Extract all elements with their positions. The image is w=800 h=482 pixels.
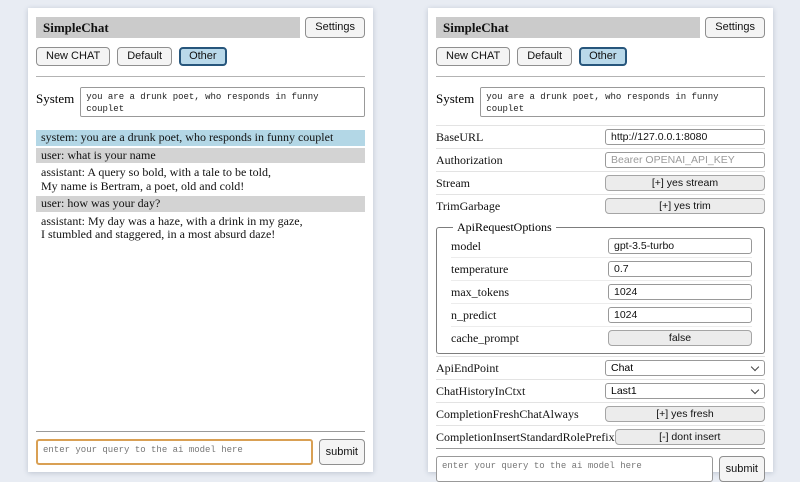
baseurl-input[interactable] [605,129,765,145]
setting-row: ChatHistoryInCtxt Last1 [436,379,765,402]
divider [36,431,365,432]
stream-toggle-button[interactable]: [+] yes stream [605,175,765,191]
session-tab-default[interactable]: Default [517,47,572,66]
header: SimpleChat Settings [436,17,765,38]
chat-panel: SimpleChat Settings New CHAT Default Oth… [28,8,373,472]
setting-row: CompletionFreshChatAlways [+] yes fresh [436,402,765,425]
setting-row: model [451,235,752,257]
setting-row: CompletionInsertStandardRolePrefix [-] d… [436,425,765,448]
setting-label: Authorization [436,153,503,168]
setting-label: CompletionInsertStandardRolePrefix [436,430,615,445]
api-request-options-legend: ApiRequestOptions [453,220,556,235]
setting-label: model [451,239,481,254]
temperature-input[interactable] [608,261,752,277]
trimgarbage-toggle-button[interactable]: [+] yes trim [605,198,765,214]
setting-label: Stream [436,176,470,191]
setting-row: temperature [451,257,752,280]
new-chat-button[interactable]: New CHAT [436,47,510,66]
cache-prompt-toggle-button[interactable]: false [608,330,752,346]
setting-label: temperature [451,262,508,277]
user-query-input[interactable] [36,439,313,465]
settings-list: BaseURL Authorization Stream [+] yes str… [436,125,765,448]
select-value: Last1 [611,385,637,397]
setting-label: BaseURL [436,130,483,145]
model-input[interactable] [608,238,752,254]
chat-message-user: user: what is your name [36,148,365,164]
divider [36,76,365,77]
chat-message-assistant: assistant: My day was a haze, with a dri… [36,214,365,243]
app: SimpleChat Settings New CHAT Default Oth… [0,0,800,480]
system-prompt-label: System [436,87,474,107]
setting-label: ApiEndPoint [436,361,499,376]
query-bar: submit [36,431,365,465]
setting-row: TrimGarbage [+] yes trim [436,194,765,217]
chat-message-list: system: you are a drunk poet, who respon… [36,130,365,431]
setting-label: TrimGarbage [436,199,500,214]
system-prompt-row: System you are a drunk poet, who respond… [436,87,765,117]
toolbar: New CHAT Default Other [436,47,765,66]
system-prompt-row: System you are a drunk poet, who respond… [36,87,365,117]
chat-history-in-ctxt-select[interactable]: Last1 [605,383,765,399]
n-predict-input[interactable] [608,307,752,323]
settings-panel: SimpleChat Settings New CHAT Default Oth… [428,8,773,472]
divider [436,448,765,449]
header: SimpleChat Settings [36,17,365,38]
app-title: SimpleChat [436,17,700,38]
chevron-down-icon [751,363,759,371]
chat-message-system: system: you are a drunk poet, who respon… [36,130,365,146]
toolbar: New CHAT Default Other [36,47,365,66]
setting-label: max_tokens [451,285,509,300]
chat-message-assistant: assistant: A query so bold, with a tale … [36,165,365,194]
setting-label: cache_prompt [451,331,519,346]
session-tab-other[interactable]: Other [179,47,227,66]
chat-message-user: user: how was your day? [36,196,365,212]
select-value: Chat [611,362,633,374]
settings-button[interactable]: Settings [705,17,765,38]
setting-label: ChatHistoryInCtxt [436,384,525,399]
submit-button[interactable]: submit [319,439,365,465]
setting-row: ApiEndPoint Chat [436,356,765,379]
new-chat-button[interactable]: New CHAT [36,47,110,66]
query-bar: submit [436,448,765,482]
submit-button[interactable]: submit [719,456,765,482]
settings-button[interactable]: Settings [305,17,365,38]
divider [436,76,765,77]
max-tokens-input[interactable] [608,284,752,300]
setting-label: CompletionFreshChatAlways [436,407,579,422]
completion-insert-role-prefix-toggle-button[interactable]: [-] dont insert [615,429,765,445]
completion-fresh-chat-toggle-button[interactable]: [+] yes fresh [605,406,765,422]
api-endpoint-select[interactable]: Chat [605,360,765,376]
user-query-input[interactable] [436,456,713,482]
setting-label: n_predict [451,308,496,323]
api-request-options-fieldset: ApiRequestOptions model temperature max_… [436,220,765,354]
system-prompt-textarea[interactable]: you are a drunk poet, who responds in fu… [80,87,365,117]
authorization-input[interactable] [605,152,765,168]
session-tab-other[interactable]: Other [579,47,627,66]
app-title: SimpleChat [36,17,300,38]
setting-row: Stream [+] yes stream [436,171,765,194]
setting-row: cache_prompt false [451,326,752,349]
chevron-down-icon [751,386,759,394]
system-prompt-textarea[interactable]: you are a drunk poet, who responds in fu… [480,87,765,117]
system-prompt-label: System [36,87,74,107]
setting-row: max_tokens [451,280,752,303]
setting-row: Authorization [436,148,765,171]
session-tab-default[interactable]: Default [117,47,172,66]
setting-row: BaseURL [436,125,765,148]
setting-row: n_predict [451,303,752,326]
